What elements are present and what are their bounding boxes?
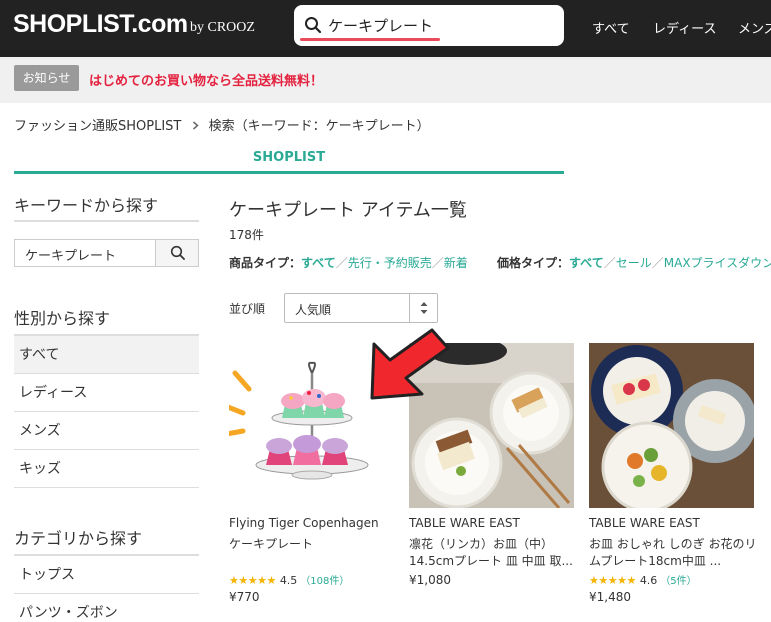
- product-brand[interactable]: TABLE WARE EAST: [409, 516, 520, 530]
- gender-heading: 性別から探す: [14, 309, 111, 328]
- notice-bar: お知らせ はじめてのお買い物なら全品送料無料！: [0, 57, 771, 103]
- product-brand[interactable]: TABLE WARE EAST: [589, 516, 700, 530]
- product-type-all[interactable]: すべて: [301, 256, 336, 270]
- rating-value: 4.6: [639, 574, 658, 587]
- sidebar-search[interactable]: ケーキプレート: [14, 239, 199, 267]
- nav-mens[interactable]: メンズ: [738, 18, 771, 37]
- gender-ladies[interactable]: レディース: [14, 374, 199, 412]
- product-name[interactable]: 凛花（リンカ）お皿（中）14.5cmプレート 皿 中皿 取...: [409, 536, 577, 570]
- price-type-all[interactable]: すべて: [569, 256, 604, 270]
- product-price: ¥1,480: [589, 590, 631, 604]
- logo-by-crooz: by CROOZ: [190, 20, 255, 35]
- breadcrumb-home[interactable]: ファッション通販SHOPLIST: [14, 119, 181, 134]
- gender-kids[interactable]: キッズ: [14, 450, 199, 488]
- search-icon[interactable]: [304, 16, 322, 34]
- search-icon: [170, 245, 185, 260]
- breadcrumb-current: 検索（キーワード：ケーキプレート）: [208, 119, 430, 134]
- category-tops[interactable]: トップス: [14, 556, 199, 594]
- header-search-input[interactable]: ケーキプレート: [294, 5, 564, 46]
- review-count[interactable]: （108件）: [300, 576, 349, 587]
- sidebar-search-input[interactable]: ケーキプレート: [25, 245, 116, 264]
- logo[interactable]: SHOPLIST.com: [13, 10, 188, 39]
- product-brand[interactable]: Flying Tiger Copenhagen: [229, 516, 379, 530]
- product-type-new[interactable]: 新着: [444, 256, 468, 270]
- notice-text[interactable]: はじめてのお買い物なら全品送料無料！: [89, 70, 323, 89]
- search-query[interactable]: ケーキプレート: [328, 15, 433, 36]
- tab-shoplist[interactable]: SHOPLIST: [14, 150, 564, 165]
- sort-value[interactable]: 人気順: [295, 301, 331, 318]
- gender-mens[interactable]: メンズ: [14, 412, 199, 450]
- breadcrumb: ファッション通販SHOPLIST 検索（キーワード：ケーキプレート）: [14, 115, 430, 134]
- nav-ladies[interactable]: レディース: [653, 18, 716, 37]
- review-count[interactable]: （5件）: [660, 576, 696, 587]
- price-type-max-down[interactable]: MAXプライスダウン: [664, 256, 771, 270]
- pointer-arrow-icon: [370, 328, 450, 400]
- product-rating: ★★★★★ 4.5 （108件）: [229, 572, 349, 587]
- product-name[interactable]: お皿 おしゃれ しのぎ お花のリムプレート18cm中皿 ...: [589, 536, 757, 570]
- page-title: ケーキプレート アイテム一覧: [229, 200, 467, 221]
- category-pants[interactable]: パンツ・ズボン: [14, 594, 199, 622]
- search-highlight-underline: [300, 38, 440, 41]
- price-type-sale[interactable]: セール: [616, 256, 652, 270]
- product-type-preorder[interactable]: 先行・予約販売: [348, 256, 432, 270]
- product-price: ¥770: [229, 590, 260, 604]
- product-type-label: 商品タイプ：: [229, 256, 302, 270]
- rating-value: 4.5: [279, 574, 298, 587]
- price-type-label: 価格タイプ：: [497, 256, 570, 270]
- product-rating: ★★★★★ 4.6 （5件）: [589, 572, 697, 587]
- category-heading: カテゴリから探す: [14, 529, 143, 548]
- product-image-flower-rim-plate[interactable]: [589, 343, 754, 508]
- gender-all[interactable]: すべて: [14, 336, 199, 374]
- tab-active-indicator: [14, 171, 564, 174]
- price-type-filter: 価格タイプ：すべて／セール／MAXプライスダウン: [497, 254, 771, 271]
- divider: [14, 220, 199, 222]
- product-type-filter: 商品タイプ：すべて／先行・予約販売／新着: [229, 256, 468, 270]
- product-price: ¥1,080: [409, 573, 451, 587]
- rating-stars: ★★★★★: [229, 574, 276, 587]
- result-count: 178件: [229, 228, 264, 242]
- chevron-right-icon: [192, 119, 199, 134]
- sort-select[interactable]: 人気順: [284, 293, 438, 323]
- sidebar-search-button[interactable]: [155, 240, 198, 266]
- product-name[interactable]: ケーキプレート: [229, 536, 397, 553]
- notice-badge: お知らせ: [14, 65, 79, 91]
- sort-label: 並び順: [229, 302, 266, 316]
- rating-stars: ★★★★★: [589, 574, 636, 587]
- keyword-heading: キーワードから探す: [14, 196, 159, 215]
- site-header: SHOPLIST.com by CROOZ ケーキプレート すべて レディース …: [0, 0, 771, 57]
- nav-all[interactable]: すべて: [592, 18, 630, 37]
- sort-updown-icon: [409, 294, 437, 322]
